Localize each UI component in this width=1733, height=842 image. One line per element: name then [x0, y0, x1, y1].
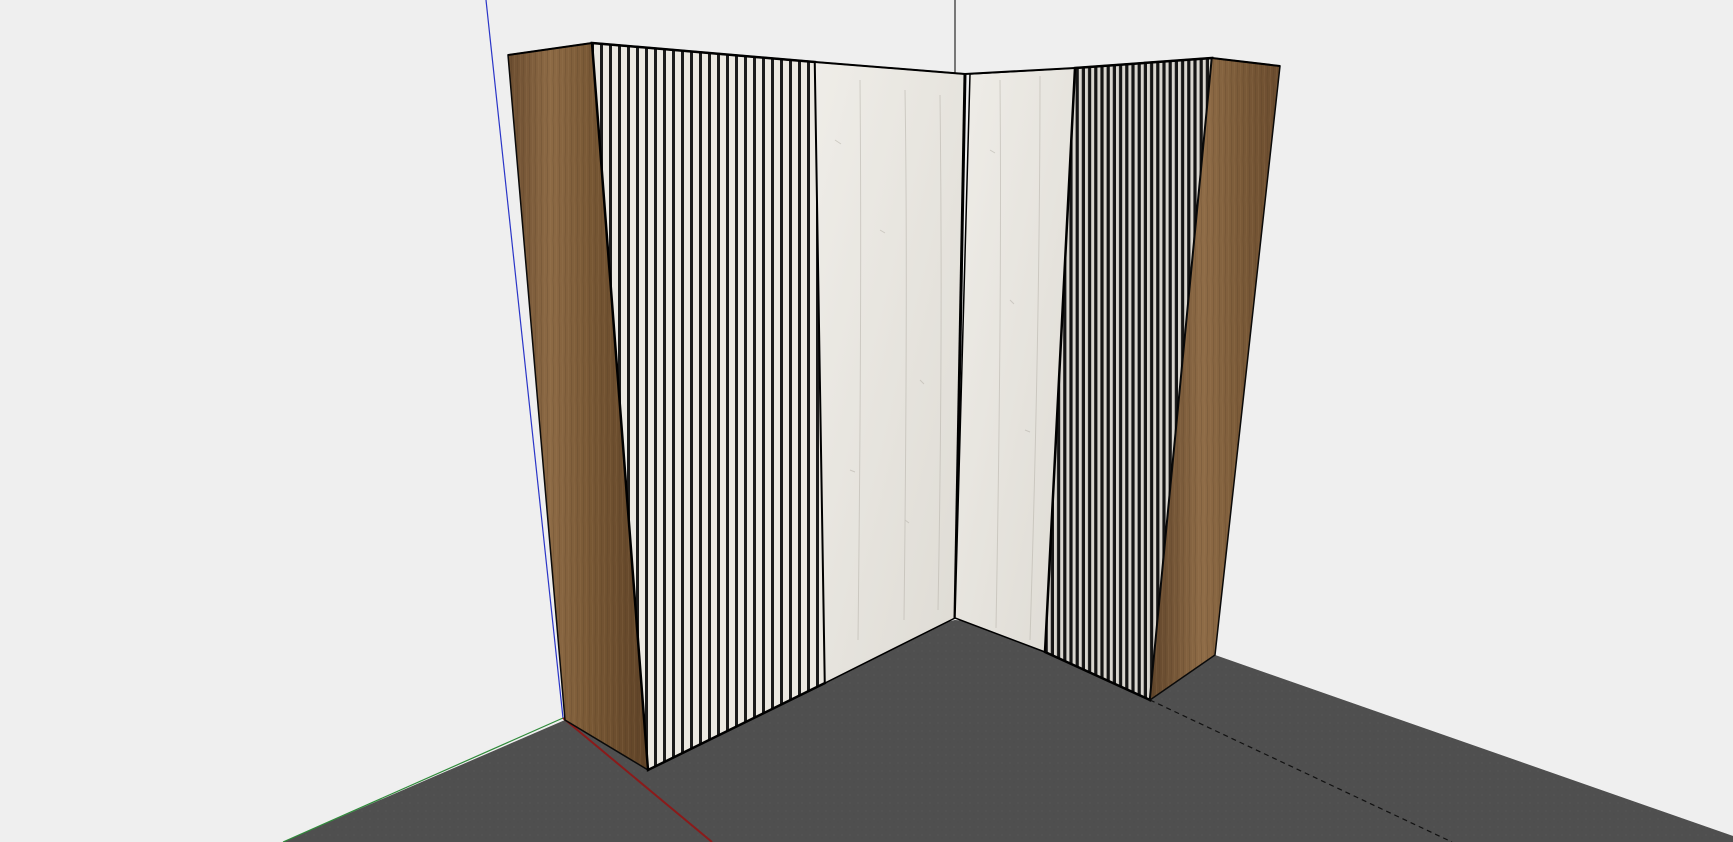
ground-plane[interactable]: [283, 620, 1733, 842]
3d-modeling-viewport[interactable]: [0, 0, 1733, 842]
scene-canvas[interactable]: [0, 0, 1733, 842]
whitewash-panel-left[interactable]: [814, 61, 966, 685]
